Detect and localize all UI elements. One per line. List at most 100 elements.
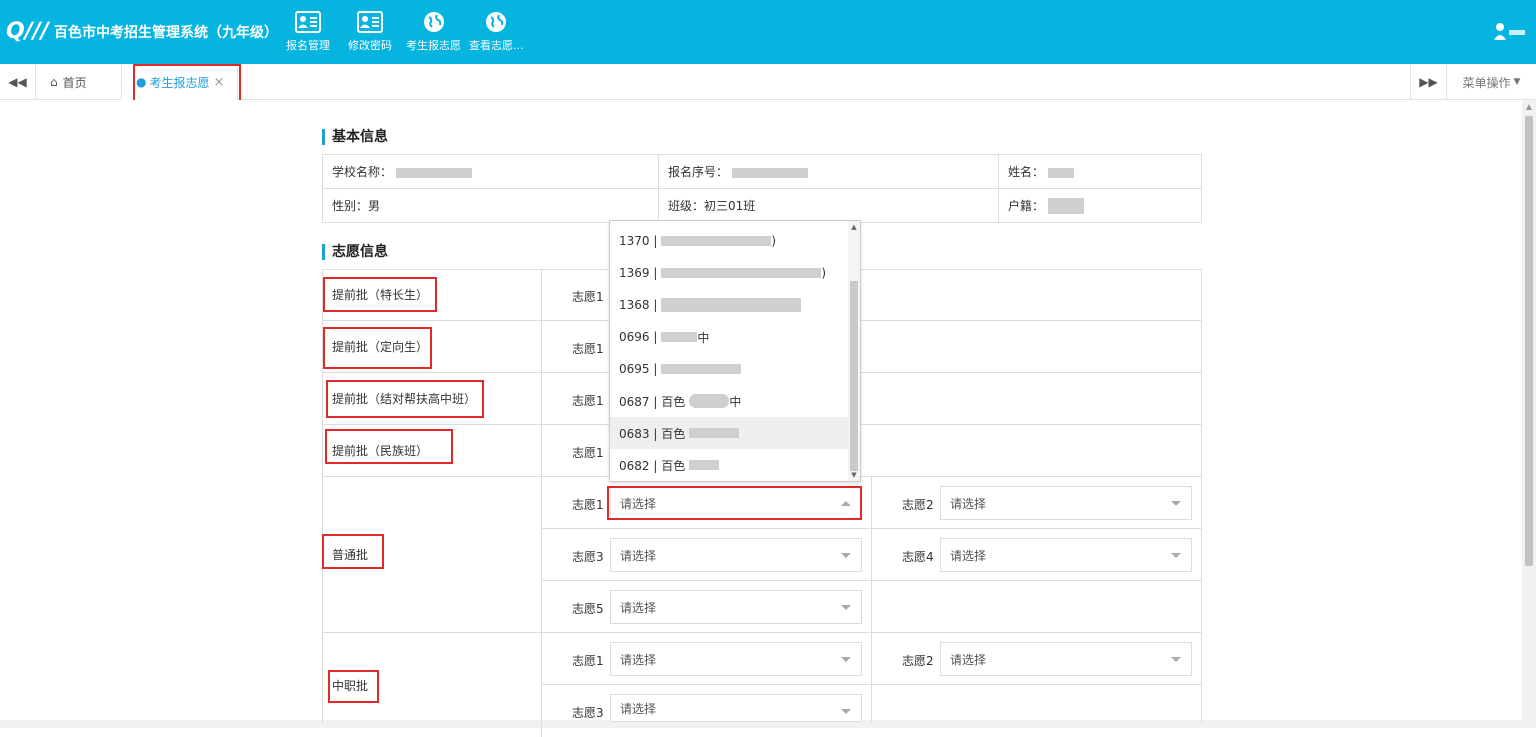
- wish-row-regular: 普通批 志愿1 请选择 志愿2 请选择 志愿3 请选择 志愿4 请选择 志愿5 …: [322, 477, 1202, 633]
- wish-label: 志愿1: [572, 394, 604, 408]
- option-suffix: 中: [697, 330, 710, 345]
- user-icon[interactable]: [1494, 22, 1526, 42]
- dropdown-option[interactable]: 0687 | 百色 中: [610, 385, 849, 417]
- redacted-value: [661, 268, 822, 278]
- batch-label: 提前批（特长生）: [332, 288, 429, 302]
- nav-view-wishes[interactable]: 查看志愿...: [465, 0, 528, 64]
- regular-wish-3-select[interactable]: 请选择: [610, 538, 862, 572]
- id-card-icon: [293, 9, 323, 35]
- chevron-down-icon: [841, 605, 851, 610]
- batch-label-cell: 中职批: [323, 633, 542, 737]
- dropdown-option[interactable]: 1370 |): [610, 225, 849, 257]
- option-code: 1369 |: [619, 266, 658, 280]
- name-cell: 姓名：: [998, 154, 1202, 189]
- wish-label: 志愿3: [572, 706, 604, 720]
- basic-info-table: 学校名称： 报名序号： 姓名： 性别：男 班级：初三01班 户籍：: [322, 154, 1202, 223]
- redacted-value: [661, 364, 742, 374]
- column-divider: [871, 477, 872, 581]
- chevron-down-icon: [1171, 553, 1181, 558]
- app-title: 百色市中考招生管理系统（九年级）: [54, 25, 278, 41]
- option-code: 0696 |: [619, 330, 658, 344]
- regular-wish-4-select[interactable]: 请选择: [940, 538, 1192, 572]
- tabs-bar: ◀◀ ⌂ 首页 ● 考生报志愿 × ▶▶ 菜单操作 ▼: [0, 64, 1536, 100]
- batch-label-cell: 提前批（定向生）: [323, 321, 542, 373]
- scroll-thumb[interactable]: [1525, 116, 1533, 566]
- nav-change-password[interactable]: 修改密码: [344, 0, 396, 64]
- wish-label: 志愿1: [572, 446, 604, 460]
- column-divider: [871, 581, 872, 633]
- scroll-up-arrow[interactable]: ▲: [1522, 100, 1536, 114]
- reg-no-label: 报名序号：: [668, 165, 729, 179]
- option-suffix: ): [771, 234, 777, 248]
- redacted-value: [689, 394, 730, 408]
- redacted-value: [1048, 198, 1085, 215]
- vocational-wish-1-select[interactable]: 请选择: [610, 642, 862, 676]
- dropdown-scroll-thumb[interactable]: [850, 281, 858, 471]
- select-placeholder: 请选择: [950, 548, 987, 563]
- row-divider: [542, 684, 1202, 685]
- dropdown-option[interactable]: 0682 | 百色: [610, 449, 849, 481]
- vocational-wish-2-select[interactable]: 请选择: [940, 642, 1192, 676]
- wish-label: 志愿4: [902, 550, 934, 564]
- row-divider: [542, 580, 1202, 581]
- batch-label-cell: 提前批（民族班）: [323, 425, 542, 477]
- reg-no-cell: 报名序号：: [658, 154, 999, 189]
- tab-home[interactable]: ⌂ 首页: [36, 64, 122, 100]
- dropdown-option[interactable]: 1369 |): [610, 257, 849, 289]
- nav-label: 查看志愿...: [469, 39, 524, 52]
- menu-operations-button[interactable]: 菜单操作 ▼: [1446, 64, 1536, 100]
- option-code: 0682 | 百色: [619, 458, 686, 473]
- globe-icon: [481, 9, 511, 35]
- dropdown-option[interactable]: 0695 |: [610, 353, 849, 385]
- scroll-down-arrow[interactable]: ▼: [848, 471, 860, 479]
- section-title-wishes: 志愿信息: [322, 244, 388, 260]
- column-divider: [871, 633, 872, 723]
- globe-icon: [419, 9, 449, 35]
- wish-row-vocational: 中职批 志愿1 请选择 志愿2 请选择 志愿3 请选择: [322, 633, 1202, 737]
- dropdown-option[interactable]: 0696 | 中: [610, 321, 849, 353]
- name-label: 姓名：: [1008, 165, 1045, 179]
- dropdown-option-hovered[interactable]: 0683 | 百色: [610, 417, 849, 449]
- chevron-down-icon: [841, 709, 851, 714]
- select-placeholder: 请选择: [620, 652, 657, 667]
- dropdown-scrollbar[interactable]: ▲ ▼: [848, 221, 860, 481]
- top-header: Q/// 百色市中考招生管理系统（九年级） 报名管理 修改密码 考生报志愿 查看…: [0, 0, 1536, 64]
- close-icon[interactable]: ×: [214, 75, 225, 90]
- option-code: 0695 |: [619, 362, 658, 376]
- tab-submit-wishes[interactable]: ● 考生报志愿 ×: [122, 64, 238, 100]
- menu-label: 菜单操作: [1462, 75, 1511, 90]
- option-suffix: 中: [729, 394, 742, 409]
- wish-label: 志愿3: [572, 550, 604, 564]
- home-icon: ⌂: [50, 75, 58, 89]
- redacted-value: [661, 298, 802, 312]
- regular-wish-1-select[interactable]: 请选择: [610, 486, 862, 520]
- school-label: 学校名称：: [332, 165, 393, 179]
- household-cell: 户籍：: [998, 188, 1202, 223]
- dropdown-option[interactable]: 1368 |: [610, 289, 849, 321]
- school-dropdown-list[interactable]: 1370 |) 1369 |) 1368 | 0696 | 中 0695 | 06…: [609, 220, 861, 482]
- class-cell: 班级：初三01班: [658, 188, 999, 223]
- vocational-wish-3-select[interactable]: 请选择: [610, 694, 862, 722]
- scroll-up-arrow[interactable]: ▲: [848, 223, 860, 231]
- wish-label: 志愿5: [572, 602, 604, 616]
- globe-icon: ●: [136, 75, 147, 89]
- redacted-value: [661, 236, 772, 246]
- redacted-value: [732, 167, 809, 178]
- select-placeholder: 请选择: [620, 701, 657, 716]
- wish-label: 志愿1: [572, 498, 604, 512]
- nav-label: 报名管理: [286, 39, 330, 52]
- nav-submit-wishes[interactable]: 考生报志愿: [402, 0, 465, 64]
- redacted-value: [396, 167, 473, 178]
- nav-signup-management[interactable]: 报名管理: [282, 0, 334, 64]
- tab-label: 首页: [62, 75, 87, 90]
- logo: Q///: [6, 19, 49, 44]
- gender-cell: 性别：男: [322, 188, 659, 223]
- page-scrollbar[interactable]: ▲: [1522, 100, 1536, 720]
- nav-label: 考生报志愿: [406, 39, 461, 52]
- regular-wish-5-select[interactable]: 请选择: [610, 590, 862, 624]
- double-left-icon[interactable]: ◀◀: [0, 64, 36, 100]
- chevron-down-icon: [841, 553, 851, 558]
- option-suffix: ): [821, 266, 827, 280]
- double-right-icon[interactable]: ▶▶: [1410, 64, 1446, 100]
- regular-wish-2-select[interactable]: 请选择: [940, 486, 1192, 520]
